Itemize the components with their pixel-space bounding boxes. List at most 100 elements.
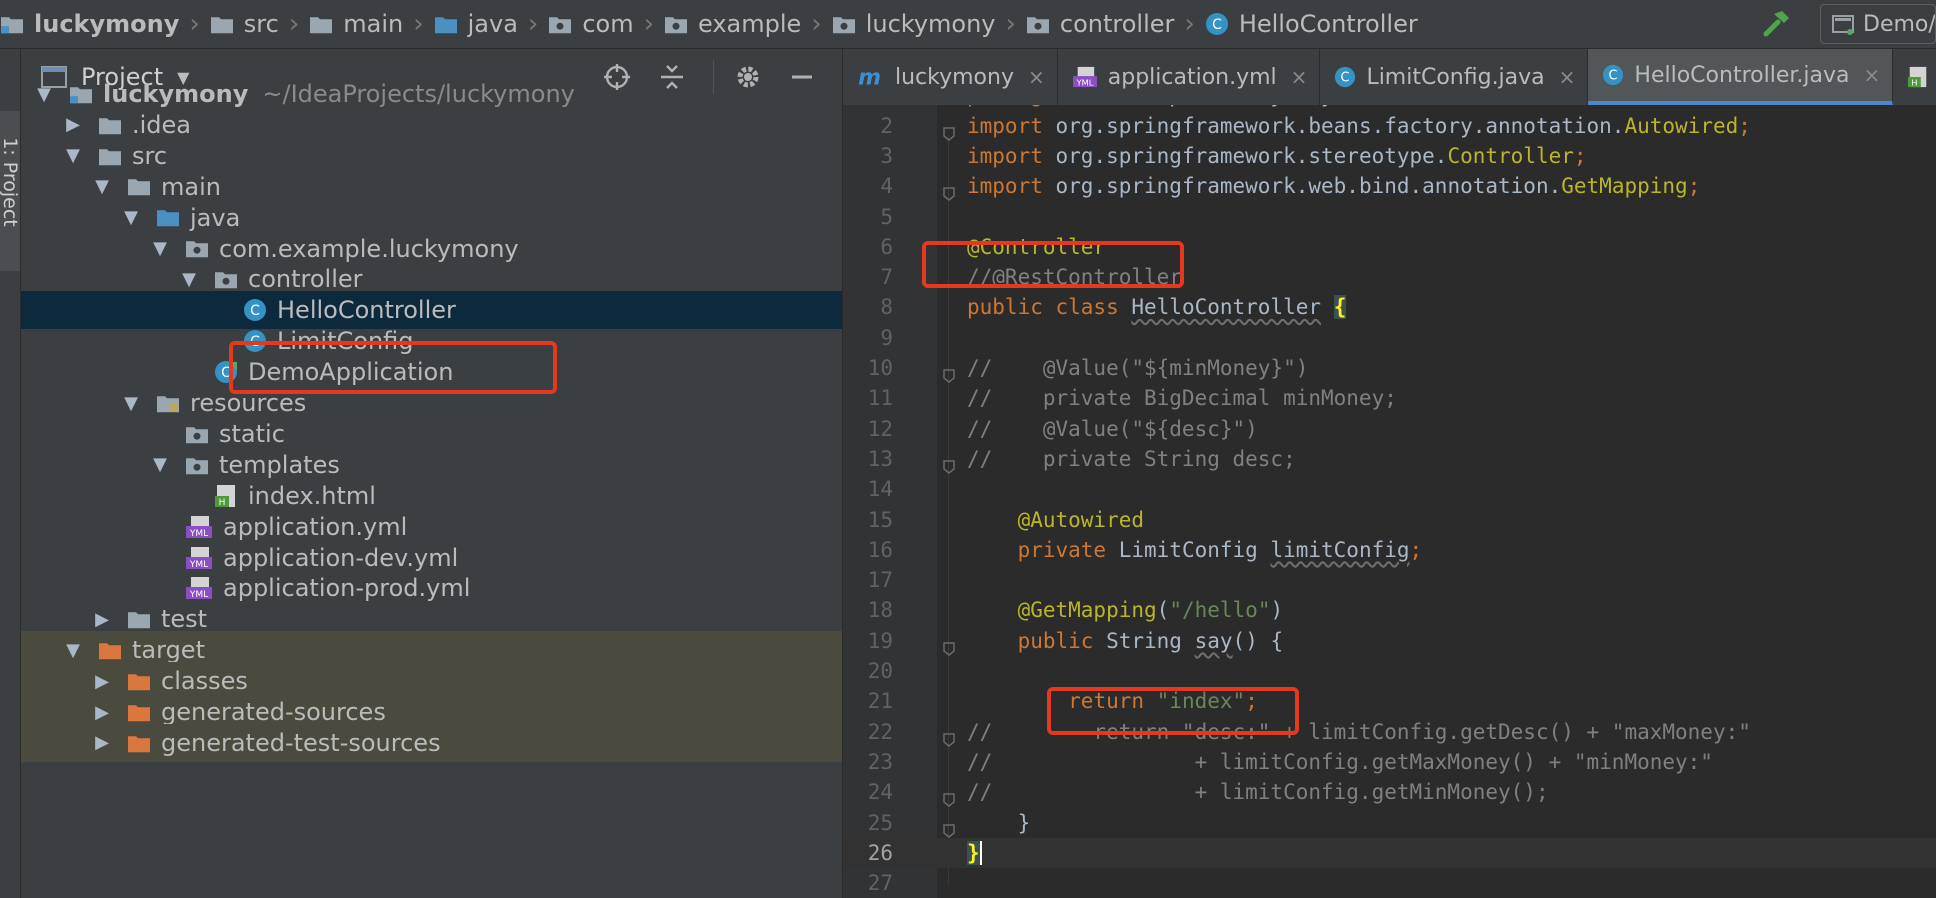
expand-arrow-icon[interactable]: ▼ (64, 145, 82, 166)
breadcrumb-item[interactable]: C HelloController (1199, 0, 1418, 48)
code-line[interactable]: 3 import org.springframework.stereotype.C… (843, 141, 1936, 171)
overflow-tab-icon[interactable]: H (1893, 49, 1936, 105)
line-number: 22 (867, 719, 893, 744)
folder-icon (309, 14, 333, 34)
editor-tab[interactable]: m luckymony × (843, 49, 1058, 105)
close-tab-icon[interactable]: × (1863, 63, 1880, 87)
code-line[interactable]: 17 (843, 565, 1936, 595)
code-token: () { (1232, 628, 1284, 653)
breadcrumb-label: example (697, 10, 802, 38)
code-line[interactable]: 20 (843, 656, 1936, 686)
fold-marker-icon[interactable] (943, 634, 955, 656)
code-token: //@RestController (967, 265, 1182, 290)
collapse-arrow-icon[interactable]: ▶ (93, 671, 111, 692)
expand-arrow-icon[interactable]: ▼ (64, 640, 82, 661)
code-line[interactable]: 13 // private String desc; (843, 444, 1936, 474)
breadcrumb-item[interactable]: luckymony › (0, 0, 204, 48)
project-tool-window-tab[interactable]: 1: Project (0, 111, 21, 271)
tree-item-label: src (132, 141, 168, 170)
source-folder-icon (434, 14, 458, 34)
build-hammer-icon[interactable] (1762, 8, 1792, 42)
run-configuration-selector[interactable]: Demo/ (1820, 4, 1936, 44)
code-line[interactable]: 22 // return "desc:" + limitConfig.getDes… (843, 717, 1936, 747)
breadcrumb-item[interactable]: src › (204, 0, 303, 48)
code-line[interactable]: 16 private LimitConfig limitConfig; (843, 535, 1936, 565)
expand-arrow-icon[interactable]: ▼ (35, 84, 53, 105)
fold-marker-icon[interactable] (943, 361, 955, 383)
code-line[interactable]: 2 import org.springframework.beans.factor… (843, 111, 1936, 141)
expand-arrow-icon[interactable]: ▼ (151, 454, 169, 475)
svg-text:H: H (219, 498, 226, 508)
code-token: ; (1687, 174, 1701, 199)
breadcrumb-label: luckymony (34, 10, 180, 38)
breadcrumb-item[interactable]: main › (303, 0, 427, 48)
code-line[interactable]: 5 (843, 202, 1936, 232)
code-line[interactable]: 14 (843, 474, 1936, 504)
line-number: 1 (843, 105, 893, 110)
expand-arrow-icon[interactable]: ▼ (122, 393, 140, 414)
code-line[interactable]: 18 @GetMapping("/hello") (843, 595, 1936, 625)
collapse-arrow-icon[interactable]: ▶ (93, 702, 111, 723)
line-number: 25 (867, 810, 893, 835)
class-icon: C (243, 298, 267, 322)
editor-tab[interactable]: YML application.yml × (1058, 49, 1321, 105)
tree-item-generated-test-sources[interactable]: ▶ generated-test-sources (21, 723, 842, 762)
fold-marker-icon[interactable] (943, 119, 955, 141)
editor-tab[interactable]: C LimitConfig.java × (1320, 49, 1589, 105)
code-line[interactable]: 1 package com.example.luckymony.controlle… (843, 105, 1936, 110)
collapse-arrow-icon[interactable]: ▶ (93, 609, 111, 630)
collapse-arrow-icon[interactable]: ▶ (93, 732, 111, 753)
code-line[interactable]: 23 // + limitConfig.getMaxMoney() + "minM… (843, 747, 1936, 777)
code-text: // + limitConfig.getMaxMoney() + "minMon… (967, 747, 1713, 777)
breadcrumb-item[interactable]: example › (658, 0, 826, 48)
breadcrumb-label: HelloController (1238, 10, 1418, 38)
code-line[interactable]: 19 public String say() { (843, 626, 1936, 656)
code-line[interactable]: 8 public class HelloController { (843, 292, 1936, 322)
code-line[interactable]: 24 // + limitConfig.getMinMoney(); (843, 777, 1936, 808)
package-icon (185, 455, 209, 475)
code-line[interactable]: 7 //@RestController (843, 262, 1936, 292)
fold-marker-icon[interactable] (943, 179, 955, 202)
code-editor[interactable]: 1 package com.example.luckymony.controlle… (843, 105, 1936, 898)
code-line[interactable]: 11 // private BigDecimal minMoney; (843, 383, 1936, 413)
editor-tab[interactable]: C HelloController.java × (1588, 49, 1894, 105)
fold-marker-icon[interactable] (943, 725, 955, 747)
fold-marker-icon[interactable] (943, 816, 955, 838)
close-tab-icon[interactable]: × (1291, 65, 1308, 89)
code-line[interactable]: 15 @Autowired (843, 505, 1936, 535)
line-number: 19 (867, 628, 893, 653)
code-line[interactable]: 27 (843, 868, 1936, 898)
breadcrumb-item[interactable]: luckymony › (826, 0, 1020, 48)
code-text: // private String desc; (967, 444, 1296, 474)
code-line[interactable]: 26} (843, 837, 1936, 868)
breadcrumb-item[interactable]: controller › (1020, 0, 1199, 48)
code-line[interactable]: 21 return "index"; (843, 686, 1936, 716)
close-tab-icon[interactable]: × (1559, 65, 1576, 89)
close-tab-icon[interactable]: × (1028, 65, 1045, 89)
code-line[interactable]: 10 // @Value("${minMoney}") (843, 353, 1936, 383)
code-token: ; (1738, 113, 1751, 138)
fold-marker-icon[interactable] (943, 785, 955, 808)
code-token: import (967, 174, 1056, 199)
code-line[interactable]: 9 (843, 323, 1936, 353)
code-text: import org.springframework.stereotype.Co… (967, 141, 1587, 171)
collapse-arrow-icon[interactable]: ▶ (64, 114, 82, 135)
code-line[interactable]: 4 import org.springframework.web.bind.ann… (843, 171, 1936, 202)
expand-arrow-icon[interactable]: ▼ (151, 238, 169, 259)
code-token: org.springframework.beans.factory.annota… (1055, 113, 1625, 138)
svg-text:YML: YML (189, 590, 208, 600)
code-line[interactable]: 25 } (843, 808, 1936, 838)
code-text: // @Value("${minMoney}") (967, 353, 1308, 383)
project-tool-window: Project ▼ ▼ luckymony ~/IdeaProjects/lucky… (21, 49, 842, 898)
expand-arrow-icon[interactable]: ▼ (180, 269, 198, 290)
expand-arrow-icon[interactable]: ▼ (93, 176, 111, 197)
expand-arrow-icon[interactable]: ▼ (122, 207, 140, 228)
line-number: 7 (880, 265, 893, 290)
breadcrumb-item[interactable]: java › (428, 0, 543, 48)
breadcrumb-item[interactable]: com › (542, 0, 658, 48)
code-line[interactable]: 12 // @Value("${desc}") (843, 414, 1936, 444)
fold-marker-icon[interactable] (943, 452, 955, 474)
svg-text:YML: YML (189, 529, 208, 539)
breadcrumb-separator-icon: › (1005, 9, 1016, 39)
code-line[interactable]: 6 @Controller (843, 232, 1936, 262)
